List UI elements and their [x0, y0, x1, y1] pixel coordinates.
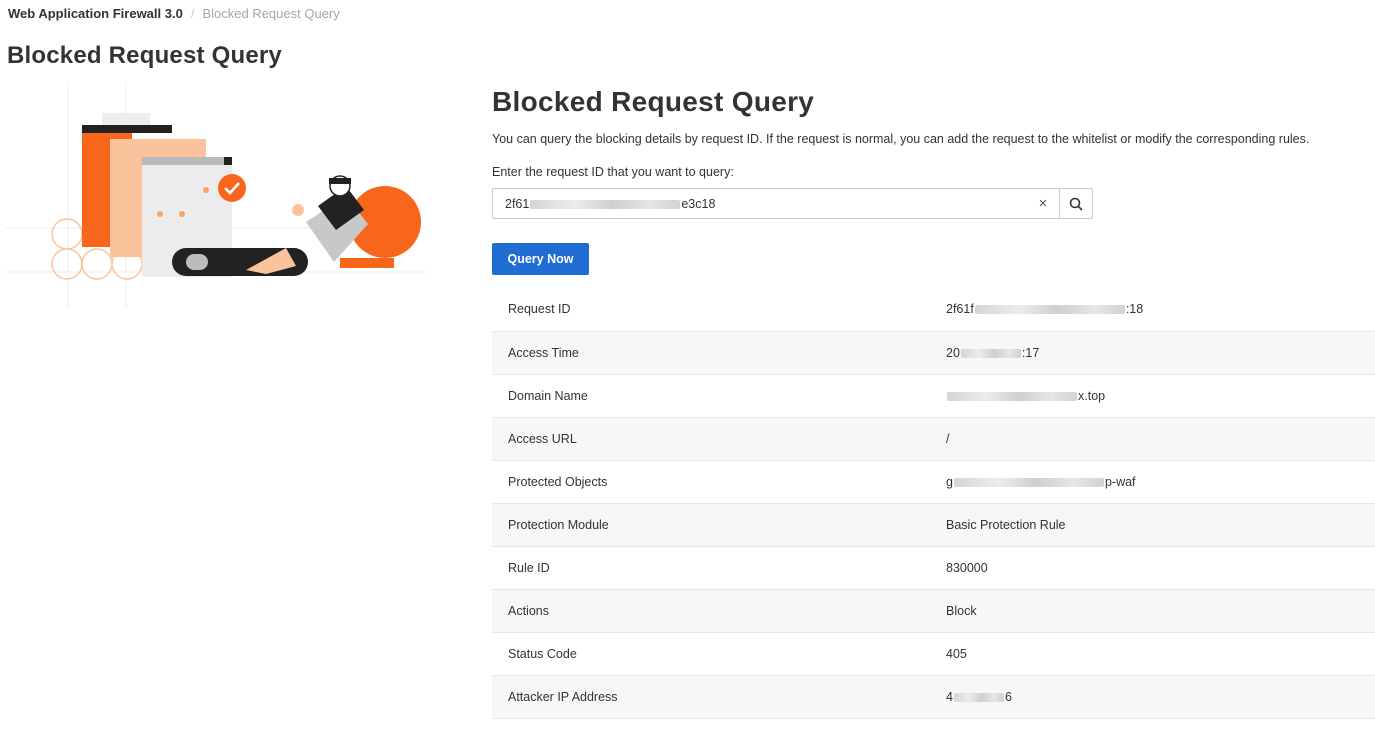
detail-value-start: Basic Protection Rule [946, 517, 1066, 532]
request-id-field[interactable]: 2f61 e3c18 × [492, 188, 1059, 219]
table-row: Access Time 20 :17 [492, 331, 1375, 374]
redacted-text [953, 477, 1104, 487]
table-row: Access URL / [492, 417, 1375, 460]
detail-value-start: 4 [946, 689, 953, 704]
table-row: Request ID 2f61f :18 [492, 288, 1375, 331]
request-id-prefix: 2f61 [505, 196, 530, 211]
query-now-button[interactable]: Query Now [492, 243, 589, 275]
detail-label: Rule ID [508, 560, 550, 575]
detail-value: g p-waf [946, 460, 1375, 503]
table-row: Protected Objects g p-waf [492, 460, 1375, 503]
breadcrumb-root-link[interactable]: Web Application Firewall 3.0 [8, 6, 183, 21]
search-button[interactable] [1059, 188, 1093, 219]
result-table: Request ID 2f61f :18 Access Time 20 :17 Domain… [492, 288, 1375, 719]
query-panel: Blocked Request Query You can query the … [492, 86, 1375, 275]
blocked-request-illustration [6, 82, 426, 308]
detail-value-start: 20 [946, 345, 960, 360]
request-id-input[interactable]: 2f61 e3c18 [505, 197, 1035, 211]
panel-title: Blocked Request Query [492, 86, 815, 117]
panel-description: You can query the blocking details by re… [492, 132, 1310, 146]
request-id-suffix: e3c18 [681, 196, 716, 211]
detail-value-end: :18 [1125, 302, 1144, 317]
breadcrumb: Web Application Firewall 3.0 / Blocked R… [8, 6, 340, 21]
breadcrumb-current: Blocked Request Query [202, 6, 340, 21]
detail-value-start: Block [946, 603, 977, 618]
request-id-label: Enter the request ID that you want to qu… [492, 165, 734, 179]
table-row: Attacker IP Address 4 6 [492, 675, 1375, 718]
detail-value: Basic Protection Rule [946, 503, 1375, 546]
redacted-text [953, 692, 1004, 702]
detail-value-end: 6 [1004, 689, 1012, 704]
redacted-text [530, 199, 681, 209]
detail-value-start: 830000 [946, 560, 988, 575]
detail-value-end: p-waf [1104, 474, 1136, 489]
table-row: Protection Module Basic Protection Rule [492, 503, 1375, 546]
detail-value: 405 [946, 632, 1375, 675]
detail-label: Protection Module [508, 517, 609, 532]
search-icon [1069, 197, 1083, 211]
detail-label: Actions [508, 603, 549, 618]
close-icon[interactable]: × [1035, 195, 1051, 212]
detail-value: 2f61f :18 [946, 288, 1375, 331]
detail-value: Block [946, 589, 1375, 632]
detail-label: Protected Objects [508, 474, 608, 489]
request-id-search: 2f61 e3c18 × [492, 188, 1093, 219]
detail-value: x.top [946, 374, 1375, 417]
detail-label: Access URL [508, 431, 577, 446]
redacted-text [974, 305, 1125, 315]
detail-label: Access Time [508, 345, 579, 360]
detail-label: Attacker IP Address [508, 689, 618, 704]
detail-value: 20 :17 [946, 331, 1375, 374]
table-row: Status Code 405 [492, 632, 1375, 675]
redacted-text [960, 348, 1021, 358]
detail-value-start: g [946, 474, 953, 489]
detail-value: 46 [946, 675, 1375, 718]
detail-label: Request ID [508, 302, 571, 317]
detail-label: Domain Name [508, 388, 588, 403]
table-row: Actions Block [492, 589, 1375, 632]
table-row: Rule ID 830000 [492, 546, 1375, 589]
detail-value-end: :17 [1021, 345, 1040, 360]
detail-value-start: 2f61f [946, 302, 974, 317]
page-title: Blocked Request Query [7, 42, 282, 69]
table-row: Domain Name x.top [492, 374, 1375, 417]
detail-value-start: 405 [946, 646, 967, 661]
detail-value: / [946, 417, 1375, 460]
detail-value: 830000 [946, 546, 1375, 589]
breadcrumb-separator: / [190, 6, 195, 21]
redacted-text [947, 391, 1077, 401]
detail-value-end: x.top [1078, 388, 1106, 403]
detail-label: Status Code [508, 646, 577, 661]
detail-value-start: / [946, 431, 950, 446]
